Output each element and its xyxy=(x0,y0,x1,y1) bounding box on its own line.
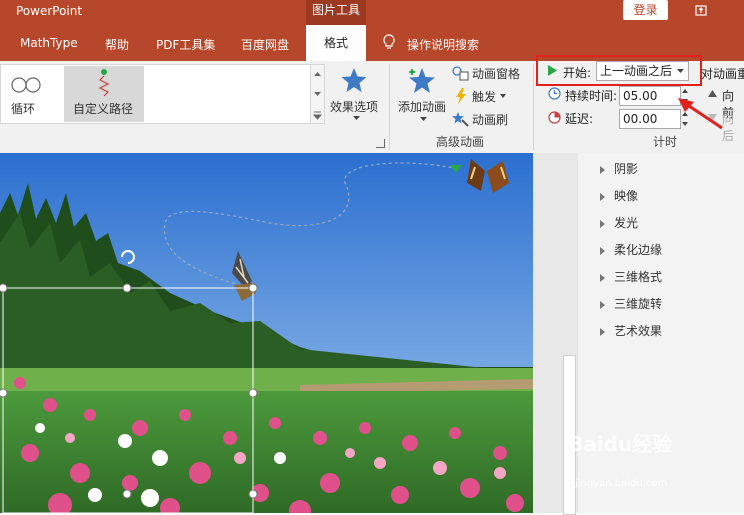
baidu-watermark: Baidu经验 xyxy=(568,432,673,456)
animation-pane-label: 动画窗格 xyxy=(472,67,521,81)
slide-canvas[interactable] xyxy=(0,153,533,513)
gallery-item-loop[interactable]: 循环 xyxy=(2,66,60,122)
expand-caret-icon xyxy=(600,192,605,201)
pane-item-shadow-label: 阴影 xyxy=(614,162,639,176)
effect-options-button[interactable]: 效果选项 xyxy=(326,64,384,126)
tab-pdf-tools[interactable]: PDF工具集 xyxy=(156,36,215,53)
delay-input[interactable]: 00.00 xyxy=(619,109,681,129)
context-tab-picture-tools: 图片工具 xyxy=(306,0,366,25)
add-animation-label: 添加动画 xyxy=(398,100,447,114)
animation-pane-icon xyxy=(452,66,469,81)
login-button[interactable]: 登录 xyxy=(623,0,668,20)
tab-baidu-netdisk[interactable]: 百度网盘 xyxy=(241,36,289,53)
pane-item-artistic-effects-label: 艺术效果 xyxy=(614,324,663,338)
pane-item-reflection-label: 映像 xyxy=(614,189,639,203)
expand-caret-icon xyxy=(600,327,605,336)
trigger-button[interactable]: 触发 xyxy=(452,87,512,105)
group-label-timing: 计时 xyxy=(652,135,677,149)
gallery-item-custom-path[interactable]: 自定义路径 xyxy=(64,66,144,122)
star-add-icon xyxy=(409,68,435,93)
dialog-launcher-icon[interactable] xyxy=(376,139,385,148)
expand-caret-icon xyxy=(600,273,605,282)
baidu-watermark-url: jingyan.baidu.com xyxy=(575,478,668,489)
annotation-arrow xyxy=(678,98,723,130)
trigger-label: 触发 xyxy=(472,90,497,104)
star-icon xyxy=(341,68,367,92)
pane-item-3d-rotation-label: 三维旋转 xyxy=(614,297,663,311)
delay-label: 延迟: xyxy=(565,112,594,126)
pane-item-soft-edges[interactable]: 柔化边缘 xyxy=(600,241,662,258)
tab-mathtype[interactable]: MathType xyxy=(20,36,78,50)
pane-item-3d-format[interactable]: 三维格式 xyxy=(600,268,662,285)
start-select[interactable]: 上一动画之后 xyxy=(596,61,689,81)
gallery-scrollbar[interactable] xyxy=(310,64,325,124)
add-animation-button[interactable]: 添加动画 xyxy=(396,64,450,128)
tab-format[interactable]: 格式 xyxy=(306,25,366,61)
tell-me-search[interactable]: 操作说明搜索 xyxy=(407,36,479,53)
pane-item-soft-edges-label: 柔化边缘 xyxy=(614,243,663,257)
custom-path-icon xyxy=(98,69,110,97)
delay-value: 00.00 xyxy=(623,112,658,126)
animation-painter-icon xyxy=(452,112,469,127)
duration-input[interactable]: 05.00 xyxy=(619,86,681,106)
pane-item-glow[interactable]: 发光 xyxy=(600,214,638,231)
reorder-animation-title: 对动画重 xyxy=(701,67,744,81)
pane-item-artistic-effects[interactable]: 艺术效果 xyxy=(600,322,662,339)
loop-path-icon xyxy=(11,77,41,93)
chevron-down-icon xyxy=(353,116,360,120)
start-label: 开始: xyxy=(563,66,592,80)
ribbon-display-options-icon[interactable] xyxy=(694,3,708,17)
pane-item-glow-label: 发光 xyxy=(614,216,639,230)
expand-caret-icon xyxy=(600,219,605,228)
chevron-down-icon xyxy=(677,69,684,73)
tab-help[interactable]: 帮助 xyxy=(105,36,129,53)
group-divider xyxy=(533,64,534,150)
pane-item-3d-rotation[interactable]: 三维旋转 xyxy=(600,295,662,312)
slide-photo xyxy=(0,153,533,513)
delay-clock-icon xyxy=(548,111,561,124)
pane-item-3d-format-label: 三维格式 xyxy=(614,270,663,284)
lightbulb-icon xyxy=(383,34,395,49)
gallery-item-custom-path-label: 自定义路径 xyxy=(73,102,134,116)
chevron-down-icon xyxy=(500,94,506,98)
lightning-icon xyxy=(456,88,466,104)
pane-item-reflection[interactable]: 映像 xyxy=(600,187,638,204)
effect-options-label: 效果选项 xyxy=(330,100,379,114)
start-select-value: 上一动画之后 xyxy=(600,64,673,78)
duration-label: 持续时间: xyxy=(565,89,618,103)
gallery-item-loop-label: 循环 xyxy=(11,102,36,116)
duration-value: 05.00 xyxy=(623,89,658,103)
play-icon xyxy=(548,65,557,76)
pane-item-shadow[interactable]: 阴影 xyxy=(600,160,638,177)
animation-painter-label: 动画刷 xyxy=(472,113,509,127)
animation-pane-button[interactable]: 动画窗格 xyxy=(452,64,526,82)
expand-caret-icon xyxy=(600,165,605,174)
group-divider xyxy=(389,64,390,150)
animation-painter-button[interactable]: 动画刷 xyxy=(452,110,518,128)
clock-icon xyxy=(548,87,561,100)
chevron-down-icon xyxy=(420,117,427,121)
group-label-advanced-animation: 高级动画 xyxy=(435,135,484,149)
app-title: PowerPoint xyxy=(16,4,83,18)
expand-caret-icon xyxy=(600,300,605,309)
expand-caret-icon xyxy=(600,246,605,255)
